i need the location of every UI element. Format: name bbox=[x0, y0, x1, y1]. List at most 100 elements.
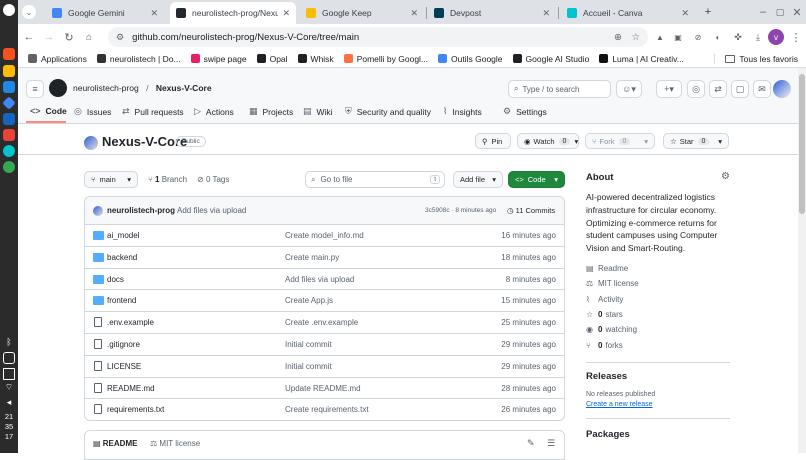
hamburger-menu-icon[interactable]: ≡ bbox=[26, 80, 44, 98]
code-button[interactable]: <> Code ▾ bbox=[508, 171, 565, 188]
reload-icon[interactable]: ↻ bbox=[62, 30, 76, 44]
file-commit-message[interactable]: Create model_info.md bbox=[285, 231, 364, 240]
minimize-icon[interactable]: – bbox=[756, 5, 770, 19]
table-row[interactable]: README.md Update README.md 28 minutes ago bbox=[85, 376, 564, 399]
file-commit-message[interactable]: Create requirements.txt bbox=[285, 405, 369, 414]
table-row[interactable]: .env.example Create .env.example 25 minute… bbox=[85, 311, 564, 333]
bookmark-6[interactable]: Outils Google bbox=[438, 54, 503, 64]
tab-close-icon[interactable]: ✕ bbox=[282, 8, 290, 19]
forks-link[interactable]: ⑂ 0 forks bbox=[586, 341, 623, 350]
extension-icon-3[interactable]: ◐ bbox=[711, 30, 725, 44]
file-name[interactable]: .gitignore bbox=[107, 340, 140, 349]
stars-link[interactable]: ☆ 0 stars bbox=[586, 310, 623, 319]
back-icon[interactable]: ← bbox=[22, 30, 36, 44]
file-commit-message[interactable]: Update README.md bbox=[285, 384, 361, 393]
repo-title[interactable]: Nexus-V-Core bbox=[102, 134, 187, 149]
breadcrumb-repo[interactable]: Nexus-V-Core bbox=[156, 83, 212, 93]
repo-tab-pull-requests[interactable]: ⇄ Pull requests bbox=[122, 106, 184, 117]
extension-icon-2[interactable]: ⊘ bbox=[691, 30, 705, 44]
edit-pencil-icon[interactable]: ✎ bbox=[527, 438, 535, 449]
file-name[interactable]: frontend bbox=[107, 296, 136, 305]
repo-tab-actions[interactable]: ▷ Actions bbox=[194, 106, 234, 117]
brave-icon[interactable] bbox=[3, 48, 15, 60]
gemini-icon[interactable] bbox=[2, 96, 16, 110]
os-menu-icon[interactable] bbox=[3, 4, 15, 16]
github-logo-icon[interactable] bbox=[49, 79, 67, 97]
readme-tab[interactable]: ▤ README bbox=[93, 439, 137, 448]
header-search-input[interactable]: ⌕ Type / to search bbox=[508, 80, 611, 98]
commit-meta[interactable]: 3c5908c · 8 minutes ago bbox=[425, 207, 496, 214]
downloads-icon[interactable]: ⤓ bbox=[751, 30, 765, 44]
file-name[interactable]: ai_model bbox=[107, 231, 139, 240]
issues-icon[interactable]: ◎ bbox=[687, 80, 705, 98]
file-name[interactable]: backend bbox=[107, 253, 137, 262]
branch-selector[interactable]: ⑂ main ▾ bbox=[84, 171, 138, 188]
repo-tab-code[interactable]: <> Code bbox=[30, 106, 67, 116]
tab-search-icon[interactable]: ⌄ bbox=[22, 5, 36, 19]
file-commit-message[interactable]: Initial commit bbox=[285, 340, 332, 349]
tab-2[interactable]: Google Keep ✕ bbox=[300, 3, 424, 23]
pull-requests-icon[interactable]: ⇄ bbox=[709, 80, 727, 98]
bookmark-1[interactable]: neurolistech | Do... bbox=[96, 54, 181, 64]
file-name[interactable]: README.md bbox=[107, 384, 155, 393]
pin-button[interactable]: ⚲ Pin bbox=[475, 133, 511, 149]
go-to-file-input[interactable]: ⌕ Go to file t bbox=[305, 171, 445, 188]
forward-icon[interactable]: → bbox=[42, 30, 56, 44]
extension-icon-1[interactable]: ▣ bbox=[671, 30, 685, 44]
readme-link[interactable]: ▤ Readme bbox=[586, 264, 628, 273]
repo-tab-security-and-quality[interactable]: ⛨ Security and quality bbox=[345, 106, 431, 117]
watching-link[interactable]: ◉ 0 watching bbox=[586, 325, 637, 334]
add-file-button[interactable]: Add file ▾ bbox=[453, 171, 503, 188]
file-commit-message[interactable]: Create main.py bbox=[285, 253, 339, 262]
bookmark-star-icon[interactable]: ☆ bbox=[631, 32, 640, 43]
tab-0[interactable]: Google Gemini ✕ bbox=[46, 3, 164, 23]
file-commit-message[interactable]: Create App.js bbox=[285, 296, 333, 305]
tab-close-icon[interactable]: ✕ bbox=[410, 8, 418, 19]
repo-tab-wiki[interactable]: ▤ Wiki bbox=[303, 106, 333, 117]
watch-button[interactable]: ◉ Watch 0 ▾ bbox=[517, 133, 579, 149]
bookmark-7[interactable]: Google AI Studio bbox=[512, 54, 589, 64]
canva-icon[interactable] bbox=[3, 145, 15, 157]
commit-author[interactable]: neurolistech-prog bbox=[107, 206, 175, 215]
tab-4[interactable]: Accueil - Canva ✕ bbox=[561, 3, 695, 23]
packages-title[interactable]: Packages bbox=[586, 429, 630, 440]
repo-tab-settings[interactable]: ⚙ Settings bbox=[503, 106, 547, 117]
releases-title[interactable]: Releases bbox=[586, 371, 627, 382]
page-scrollbar[interactable] bbox=[798, 68, 806, 453]
extensions-puzzle-icon[interactable]: ✜ bbox=[731, 30, 745, 44]
volume-icon[interactable]: ◂ bbox=[3, 397, 15, 409]
tab-close-icon[interactable]: ✕ bbox=[681, 8, 689, 19]
about-settings-gear-icon[interactable]: ⚙ bbox=[721, 171, 730, 182]
table-row[interactable]: frontend Create App.js 15 minutes ago bbox=[85, 289, 564, 311]
commits-link[interactable]: ◷ 11 Commits bbox=[507, 206, 555, 215]
file-name[interactable]: .env.example bbox=[107, 318, 154, 327]
tab-1[interactable]: neurolistech-prog/Nexus-V✕ bbox=[170, 2, 296, 24]
bookmark-8[interactable]: Luma | AI Creativ... bbox=[599, 54, 684, 64]
clipboard-icon[interactable] bbox=[3, 368, 15, 380]
file-commit-message[interactable]: Initial commit bbox=[285, 362, 332, 371]
table-row[interactable]: requirements.txt Create requirements.txt 2… bbox=[85, 398, 564, 420]
chrome-icon[interactable] bbox=[3, 161, 15, 173]
fork-button[interactable]: ⑂ Fork 0 ▾ bbox=[585, 133, 655, 149]
wifi-icon[interactable]: ⌔ bbox=[3, 382, 15, 394]
address-bar[interactable]: ⚙ github.com/neurolistech-prog/Nexus-V-C… bbox=[108, 27, 648, 47]
activity-link[interactable]: ⌇ Activity bbox=[586, 295, 623, 304]
maximize-icon[interactable]: ▢ bbox=[773, 5, 787, 19]
outline-list-icon[interactable]: ☰ bbox=[547, 438, 555, 449]
browser-menu-icon[interactable]: ⋮ bbox=[789, 30, 803, 44]
table-row[interactable]: LICENSE Initial commit 29 minutes ago bbox=[85, 354, 564, 377]
bluetooth-icon[interactable]: ᛒ bbox=[3, 337, 15, 349]
all-bookmarks-button[interactable]: Tous les favoris bbox=[714, 53, 798, 64]
file-commit-message[interactable]: Add files via upload bbox=[285, 275, 354, 284]
app-icon-blue-2[interactable] bbox=[3, 113, 15, 125]
file-name[interactable]: docs bbox=[107, 275, 124, 284]
create-new-icon[interactable]: +▾ bbox=[656, 80, 682, 98]
repo-tab-projects[interactable]: ▦ Projects bbox=[249, 106, 293, 117]
user-avatar[interactable] bbox=[773, 80, 791, 98]
home-icon[interactable]: ⌂ bbox=[82, 30, 96, 44]
install-app-icon[interactable]: ⊕ bbox=[614, 32, 622, 43]
table-row[interactable]: .gitignore Initial commit 29 minutes ago bbox=[85, 332, 564, 355]
files-icon[interactable] bbox=[3, 65, 15, 77]
bookmark-4[interactable]: Whisk bbox=[297, 54, 334, 64]
site-info-icon[interactable]: ⚙ bbox=[116, 32, 124, 43]
